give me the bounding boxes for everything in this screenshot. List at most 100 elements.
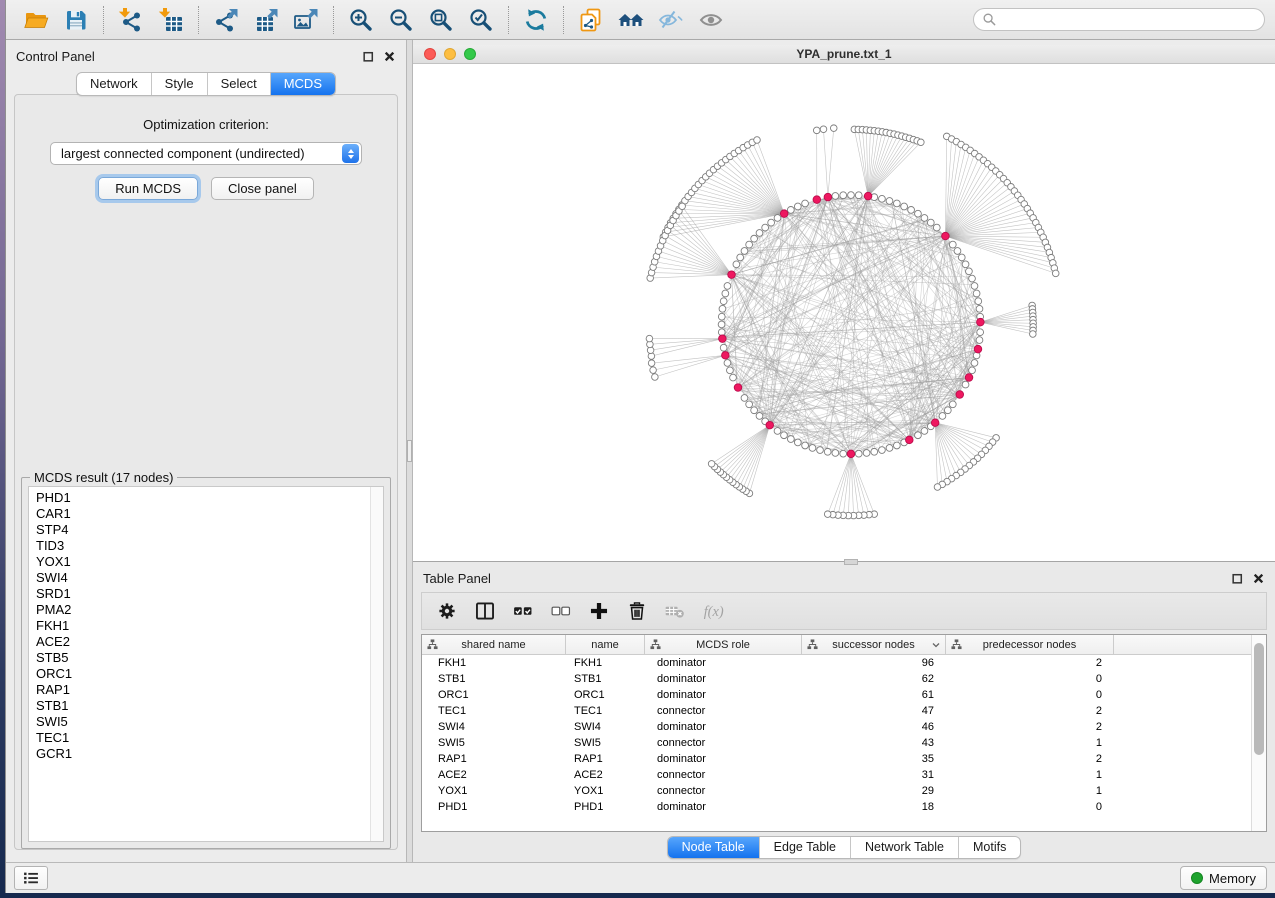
- task-history-button[interactable]: [14, 866, 48, 890]
- graph-node[interactable]: [813, 127, 820, 134]
- graph-hub-node[interactable]: [864, 192, 872, 200]
- run-mcds-button[interactable]: Run MCDS: [98, 177, 198, 200]
- first-neighbors-button[interactable]: [611, 4, 651, 36]
- graph-node[interactable]: [971, 283, 978, 290]
- graph-node[interactable]: [820, 126, 827, 133]
- graph-hub-node[interactable]: [824, 193, 832, 201]
- graph-node[interactable]: [879, 447, 886, 454]
- graph-node[interactable]: [973, 290, 980, 297]
- graph-node[interactable]: [949, 241, 956, 248]
- tab-style[interactable]: Style: [151, 73, 207, 95]
- graph-node[interactable]: [724, 360, 731, 367]
- graph-node[interactable]: [722, 290, 729, 297]
- float-table-panel-icon[interactable]: [1231, 572, 1244, 585]
- graph-node[interactable]: [751, 235, 758, 242]
- graph-node[interactable]: [746, 401, 753, 408]
- table-scrollbar-thumb[interactable]: [1254, 643, 1264, 755]
- graph-node[interactable]: [809, 445, 816, 452]
- mcds-result-item[interactable]: ACE2: [36, 634, 383, 650]
- graph-node[interactable]: [944, 407, 951, 414]
- graph-node[interactable]: [737, 254, 744, 261]
- graph-node[interactable]: [720, 298, 727, 305]
- zoom-in-button[interactable]: [341, 4, 381, 36]
- refresh-view-button[interactable]: [516, 4, 556, 36]
- mcds-result-item[interactable]: STB5: [36, 650, 383, 666]
- mcds-result-item[interactable]: STB1: [36, 698, 383, 714]
- graph-node[interactable]: [724, 283, 731, 290]
- graph-node[interactable]: [901, 203, 908, 210]
- mcds-result-item[interactable]: SRD1: [36, 586, 383, 602]
- import-network-button[interactable]: [111, 4, 151, 36]
- table-settings-button[interactable]: [428, 596, 466, 626]
- graph-node[interactable]: [730, 374, 737, 381]
- graph-node[interactable]: [962, 381, 969, 388]
- delete-column-button[interactable]: [618, 596, 656, 626]
- close-panel-button[interactable]: Close panel: [211, 177, 314, 200]
- graph-node[interactable]: [1052, 270, 1059, 277]
- graph-node[interactable]: [977, 329, 984, 336]
- graph-node[interactable]: [908, 206, 915, 213]
- tab-mcds[interactable]: MCDS: [270, 73, 335, 95]
- graph-hub-node[interactable]: [974, 345, 982, 353]
- graph-hub-node[interactable]: [847, 450, 855, 458]
- add-column-button[interactable]: [580, 596, 618, 626]
- horizontal-splitter-handle[interactable]: [844, 559, 858, 565]
- column-header-successor-nodes[interactable]: successor nodes: [802, 635, 946, 654]
- close-panel-icon[interactable]: [383, 50, 396, 63]
- graph-node[interactable]: [718, 321, 725, 328]
- criterion-dropdown[interactable]: largest connected component (undirected): [50, 142, 362, 165]
- graph-node[interactable]: [921, 428, 928, 435]
- graph-node[interactable]: [886, 198, 893, 205]
- graph-node[interactable]: [976, 305, 983, 312]
- mcds-result-item[interactable]: FKH1: [36, 618, 383, 634]
- table-row[interactable]: SWI5SWI5connector431: [422, 735, 1266, 751]
- graph-node[interactable]: [727, 367, 734, 374]
- graph-node[interactable]: [741, 248, 748, 255]
- graph-node[interactable]: [958, 254, 965, 261]
- column-header-predecessor-nodes[interactable]: predecessor nodes: [946, 635, 1114, 654]
- graph-node[interactable]: [933, 224, 940, 231]
- table-row[interactable]: YOX1YOX1connector291: [422, 783, 1266, 799]
- table-row[interactable]: FKH1FKH1dominator962: [422, 655, 1266, 671]
- graph-node[interactable]: [720, 344, 727, 351]
- graph-hub-node[interactable]: [813, 196, 821, 204]
- graph-node[interactable]: [768, 219, 775, 226]
- network-canvas[interactable]: [413, 64, 1275, 561]
- table-row[interactable]: RAP1RAP1dominator352: [422, 751, 1266, 767]
- graph-hub-node[interactable]: [977, 318, 985, 326]
- deselect-all-checkboxes-button[interactable]: [542, 596, 580, 626]
- graph-hub-node[interactable]: [766, 421, 774, 429]
- graph-node[interactable]: [719, 305, 726, 312]
- graph-hub-node[interactable]: [906, 436, 914, 444]
- graph-node[interactable]: [969, 367, 976, 374]
- graph-hub-node[interactable]: [965, 374, 973, 382]
- graph-node[interactable]: [832, 450, 839, 457]
- graph-node[interactable]: [966, 268, 973, 275]
- graph-node[interactable]: [756, 230, 763, 237]
- close-table-panel-icon[interactable]: [1252, 572, 1265, 585]
- graph-node[interactable]: [718, 313, 725, 320]
- save-session-button[interactable]: [56, 4, 96, 36]
- mcds-result-item[interactable]: PHD1: [36, 490, 383, 506]
- graph-node[interactable]: [918, 139, 925, 146]
- graph-hub-node[interactable]: [722, 352, 730, 360]
- graph-node[interactable]: [756, 413, 763, 420]
- zoom-selected-button[interactable]: [461, 4, 501, 36]
- table-row[interactable]: SWI4SWI4dominator462: [422, 719, 1266, 735]
- table-scrollbar[interactable]: [1251, 635, 1266, 831]
- show-all-button[interactable]: [691, 4, 731, 36]
- import-table-button[interactable]: [151, 4, 191, 36]
- graph-node[interactable]: [840, 192, 847, 199]
- graph-node[interactable]: [971, 360, 978, 367]
- splitter-handle[interactable]: [407, 440, 412, 462]
- graph-node[interactable]: [962, 261, 969, 268]
- network-graph[interactable]: [413, 64, 1275, 561]
- graph-node[interactable]: [893, 200, 900, 207]
- table-tab-node-table[interactable]: Node Table: [668, 837, 759, 858]
- graph-hub-node[interactable]: [931, 419, 939, 427]
- graph-node[interactable]: [915, 432, 922, 439]
- graph-node[interactable]: [774, 215, 781, 222]
- graph-node[interactable]: [774, 428, 781, 435]
- graph-node[interactable]: [871, 448, 878, 455]
- graph-node[interactable]: [939, 413, 946, 420]
